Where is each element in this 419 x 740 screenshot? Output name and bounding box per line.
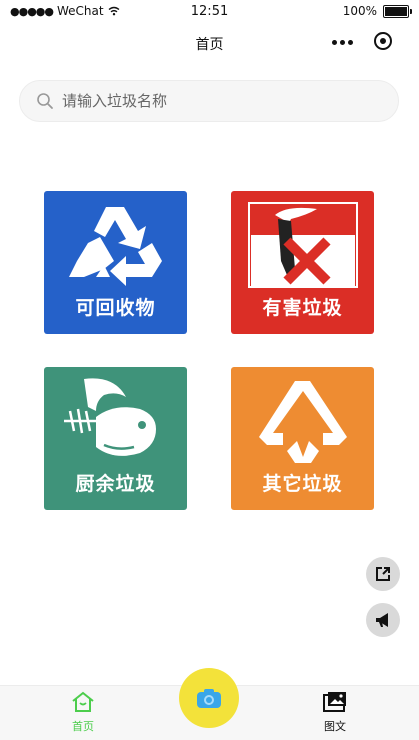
tab-image-text[interactable]: 图文 (305, 686, 365, 734)
search-box[interactable] (19, 80, 399, 122)
category-label: 厨余垃圾 (75, 473, 156, 495)
camera-icon (197, 689, 221, 708)
tab-home[interactable]: 首页 (53, 686, 113, 734)
camera-scan-button[interactable] (179, 668, 239, 728)
category-hazardous[interactable]: 有害垃圾 (231, 191, 374, 334)
announcement-button[interactable] (366, 603, 400, 637)
close-miniprogram-button[interactable] (374, 32, 392, 50)
fishbone-icon (64, 378, 156, 456)
share-icon (376, 567, 390, 581)
category-kitchen-waste[interactable]: 厨余垃圾 (44, 367, 187, 510)
category-label: 可回收物 (75, 297, 156, 319)
status-bar: ●●●●● WeChat 12:51 100% (0, 0, 419, 22)
category-label: 其它垃圾 (262, 473, 343, 495)
battery-icon (383, 4, 412, 18)
tab-label: 图文 (324, 720, 346, 733)
tab-label: 首页 (72, 720, 94, 733)
category-other-waste[interactable]: 其它垃圾 (231, 367, 374, 510)
page-title: 首页 (195, 37, 224, 53)
category-recyclable[interactable]: 可回收物 (44, 191, 187, 334)
image-text-icon (323, 692, 346, 712)
other-waste-icon (259, 381, 347, 463)
home-icon (72, 691, 94, 712)
category-label: 有害垃圾 (262, 297, 343, 319)
hazardous-icon (248, 202, 358, 288)
search-icon (37, 93, 53, 109)
more-options-button[interactable] (328, 35, 356, 49)
battery-percent: 100% (342, 4, 377, 18)
nav-bar: 首页 (0, 22, 419, 64)
share-button[interactable] (366, 557, 400, 591)
recycle-icon (69, 207, 162, 286)
megaphone-icon (376, 613, 388, 627)
search-input[interactable] (60, 91, 364, 111)
